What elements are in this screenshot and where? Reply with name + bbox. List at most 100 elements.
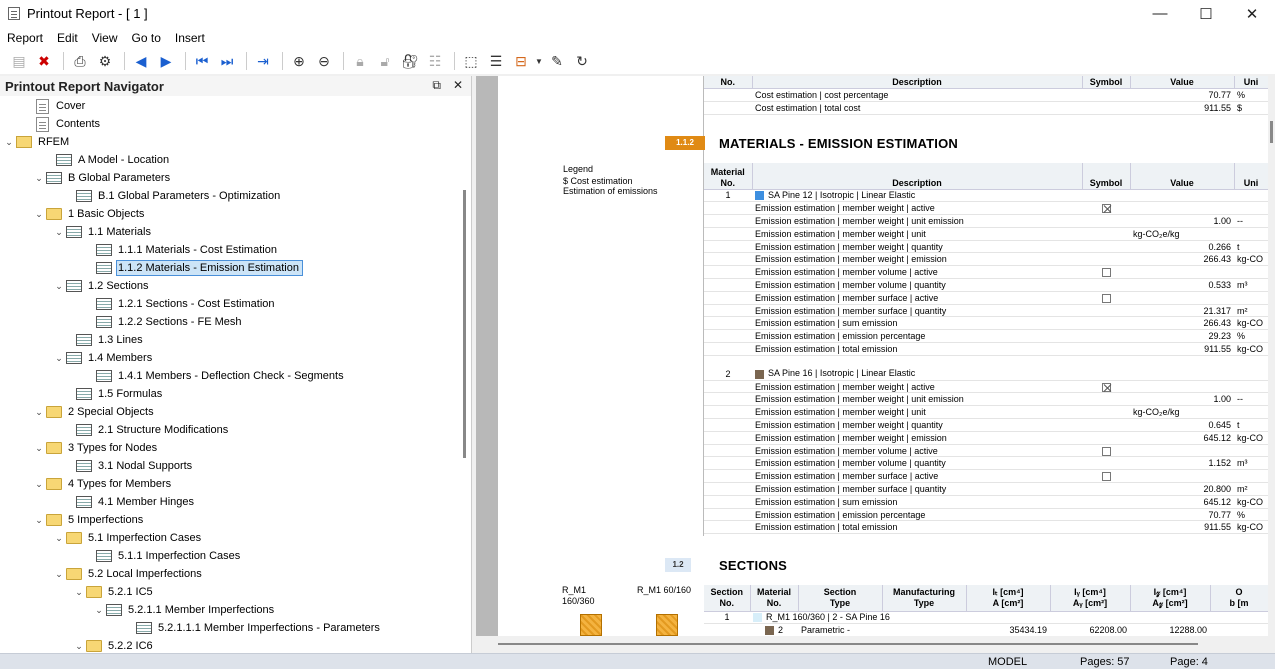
table-cell: 20.800 bbox=[1130, 482, 1234, 496]
tree-item-label: 2 Special Objects bbox=[68, 406, 154, 418]
dropdown-arrow-icon[interactable]: ▼ bbox=[535, 50, 543, 72]
tree-item[interactable]: 1.1.2 Materials - Emission Estimation bbox=[82, 259, 303, 277]
toolbar-separator bbox=[282, 52, 283, 70]
print-icon[interactable]: ⎙ bbox=[69, 50, 91, 72]
tree-item[interactable]: ⌄ 5.2 Local Imperfections bbox=[52, 565, 205, 583]
expand-toggle-icon[interactable]: ⌄ bbox=[92, 605, 106, 616]
zoom-in-icon[interactable]: ⊕ bbox=[288, 50, 310, 72]
navigator-scrollbar[interactable] bbox=[463, 190, 466, 458]
page-scrollbar[interactable] bbox=[1268, 76, 1275, 636]
tree-item[interactable]: 1.3 Lines bbox=[62, 331, 146, 349]
tree-item[interactable]: 1.5 Formulas bbox=[62, 385, 165, 403]
table-cell bbox=[1082, 342, 1130, 356]
tree-item[interactable]: 1.2.2 Sections - FE Mesh bbox=[82, 313, 245, 331]
expand-toggle-icon[interactable]: ⌄ bbox=[2, 137, 16, 148]
tree-item[interactable]: A Model - Location bbox=[42, 151, 172, 169]
minimize-button[interactable]: — bbox=[1137, 0, 1183, 27]
pin-icon[interactable]: ⧉ bbox=[432, 78, 441, 93]
maximize-button[interactable]: ☐ bbox=[1183, 0, 1229, 27]
tree-item[interactable]: ⌄ 1.1 Materials bbox=[52, 223, 154, 241]
table-cell bbox=[1082, 482, 1130, 496]
lock-all-icon[interactable]: 🔐︎ bbox=[399, 50, 421, 72]
tree-item[interactable]: ⌄ 1.4 Members bbox=[52, 349, 155, 367]
menu-report[interactable]: Report bbox=[0, 31, 50, 45]
expand-toggle-icon[interactable]: ⌄ bbox=[32, 407, 46, 418]
expand-toggle-icon[interactable]: ⌄ bbox=[72, 641, 86, 652]
table-cell bbox=[704, 469, 752, 484]
table-cell bbox=[1234, 380, 1268, 394]
table-cell bbox=[1234, 405, 1268, 420]
page-scrollbar-thumb[interactable] bbox=[1270, 121, 1273, 143]
tree-item[interactable]: B.1 Global Parameters - Optimization bbox=[62, 187, 283, 205]
last-page-icon[interactable]: ⏭ bbox=[216, 50, 238, 72]
page-setup-icon[interactable]: ⬚ bbox=[460, 50, 482, 72]
print-settings-icon[interactable]: ⚙ bbox=[94, 50, 116, 72]
unlock-icon[interactable]: 🔓︎ bbox=[374, 50, 396, 72]
tree-item[interactable]: ⌄ 5.2.1 IC5 bbox=[72, 583, 156, 601]
expand-toggle-icon[interactable]: ⌄ bbox=[32, 209, 46, 220]
expand-toggle-icon[interactable]: ⌄ bbox=[52, 353, 66, 364]
close-navigator-icon[interactable]: ✕ bbox=[453, 78, 463, 93]
folder-icon bbox=[46, 478, 62, 490]
filter-icon[interactable]: ☰ bbox=[485, 50, 507, 72]
expand-toggle-icon[interactable]: ⌄ bbox=[52, 281, 66, 292]
columns-icon[interactable]: ☷ bbox=[424, 50, 446, 72]
menu-edit[interactable]: Edit bbox=[50, 31, 85, 45]
tree-item[interactable]: ⌄ RFEM bbox=[2, 133, 72, 151]
tree-item[interactable]: 5.1.1 Imperfection Cases bbox=[82, 547, 243, 565]
tree-item[interactable]: ⌄ 5 Imperfections bbox=[32, 511, 146, 529]
expand-toggle-icon[interactable]: ⌄ bbox=[32, 479, 46, 490]
menu-goto[interactable]: Go to bbox=[125, 31, 168, 45]
tree-item[interactable]: Contents bbox=[22, 115, 103, 133]
close-window-button[interactable]: ✕ bbox=[1229, 0, 1275, 27]
tree-item[interactable]: ⌄ B Global Parameters bbox=[32, 169, 173, 187]
zoom-out-icon[interactable]: ⊖ bbox=[313, 50, 335, 72]
header-line: Aᵧ [cm²] bbox=[1072, 597, 1108, 608]
tree-item[interactable]: 2.1 Structure Modifications bbox=[62, 421, 231, 439]
material-name-text: SA Pine 12 | Isotropic | Linear Elastic bbox=[768, 190, 916, 201]
expand-toggle-icon[interactable]: ⌄ bbox=[52, 569, 66, 580]
tree-item[interactable]: ⌄ 5.1 Imperfection Cases bbox=[52, 529, 204, 547]
horizontal-scrollbar-thumb[interactable] bbox=[498, 643, 1198, 645]
edit-icon[interactable]: ✎ bbox=[546, 50, 568, 72]
lock-icon[interactable]: 🔒︎ bbox=[349, 50, 371, 72]
expand-toggle-icon[interactable]: ⌄ bbox=[32, 515, 46, 526]
expand-toggle-icon[interactable]: ⌄ bbox=[72, 587, 86, 598]
table-cell: Emission estimation | member weight | un… bbox=[752, 227, 1082, 241]
export-icon[interactable]: ⊟ bbox=[510, 50, 532, 72]
tree-item[interactable]: ⌄ 4 Types for Members bbox=[32, 475, 174, 493]
tree-item[interactable]: 1.1.1 Materials - Cost Estimation bbox=[82, 241, 280, 259]
header-line: Material bbox=[756, 586, 791, 597]
menu-insert[interactable]: Insert bbox=[168, 31, 212, 45]
tree-item[interactable]: ⌄ 1 Basic Objects bbox=[32, 205, 147, 223]
toolbar: ▤ ✖ ⎙ ⚙ ◀ ▶ ⏮ ⏭ ⇥ ⊕ ⊖ 🔒︎ 🔓︎ 🔐︎ ☷ ⬚ ☰ ⊟ ▼… bbox=[0, 48, 1275, 74]
forward-icon[interactable]: ▶ bbox=[155, 50, 177, 72]
menu-view[interactable]: View bbox=[85, 31, 125, 45]
tree-item[interactable]: 4.1 Member Hinges bbox=[62, 493, 197, 511]
tree-item[interactable]: Cover bbox=[22, 97, 88, 115]
goto-page-icon[interactable]: ⇥ bbox=[252, 50, 274, 72]
tree-item[interactable]: ⌄ 1.2 Sections bbox=[52, 277, 152, 295]
table-cell: Emission estimation | member surface | a… bbox=[752, 469, 1082, 484]
expand-toggle-icon[interactable]: ⌄ bbox=[32, 443, 46, 454]
horizontal-scrollbar[interactable] bbox=[498, 638, 1268, 650]
section-image-label-1: R_M1 160/360 bbox=[562, 585, 595, 606]
expand-toggle-icon[interactable]: ⌄ bbox=[52, 227, 66, 238]
tree-item[interactable]: ⌄ 2 Special Objects bbox=[32, 403, 157, 421]
tree-item[interactable]: 5.2.1.1.1 Member Imperfections - Paramet… bbox=[122, 619, 383, 637]
tree-item[interactable]: 1.2.1 Sections - Cost Estimation bbox=[82, 295, 278, 313]
tree-item[interactable]: ⌄ 5.2.2 IC6 bbox=[72, 637, 156, 652]
first-page-icon[interactable]: ⏮ bbox=[191, 50, 213, 72]
tree-item-label: 5.1.1 Imperfection Cases bbox=[118, 550, 241, 562]
expand-toggle-icon[interactable]: ⌄ bbox=[32, 173, 46, 184]
back-icon[interactable]: ◀ bbox=[130, 50, 152, 72]
refresh-icon[interactable]: ↻ bbox=[571, 50, 593, 72]
expand-toggle-icon[interactable]: ⌄ bbox=[52, 533, 66, 544]
table-cell bbox=[704, 252, 752, 267]
delete-icon[interactable]: ✖ bbox=[33, 50, 55, 72]
tree-item[interactable]: ⌄ 3 Types for Nodes bbox=[32, 439, 160, 457]
tree-item[interactable]: ⌄ 5.2.1.1 Member Imperfections bbox=[92, 601, 277, 619]
tree-item[interactable]: 3.1 Nodal Supports bbox=[62, 457, 195, 475]
new-icon[interactable]: ▤ bbox=[8, 50, 30, 72]
tree-item[interactable]: 1.4.1 Members - Deflection Check - Segme… bbox=[82, 367, 347, 385]
